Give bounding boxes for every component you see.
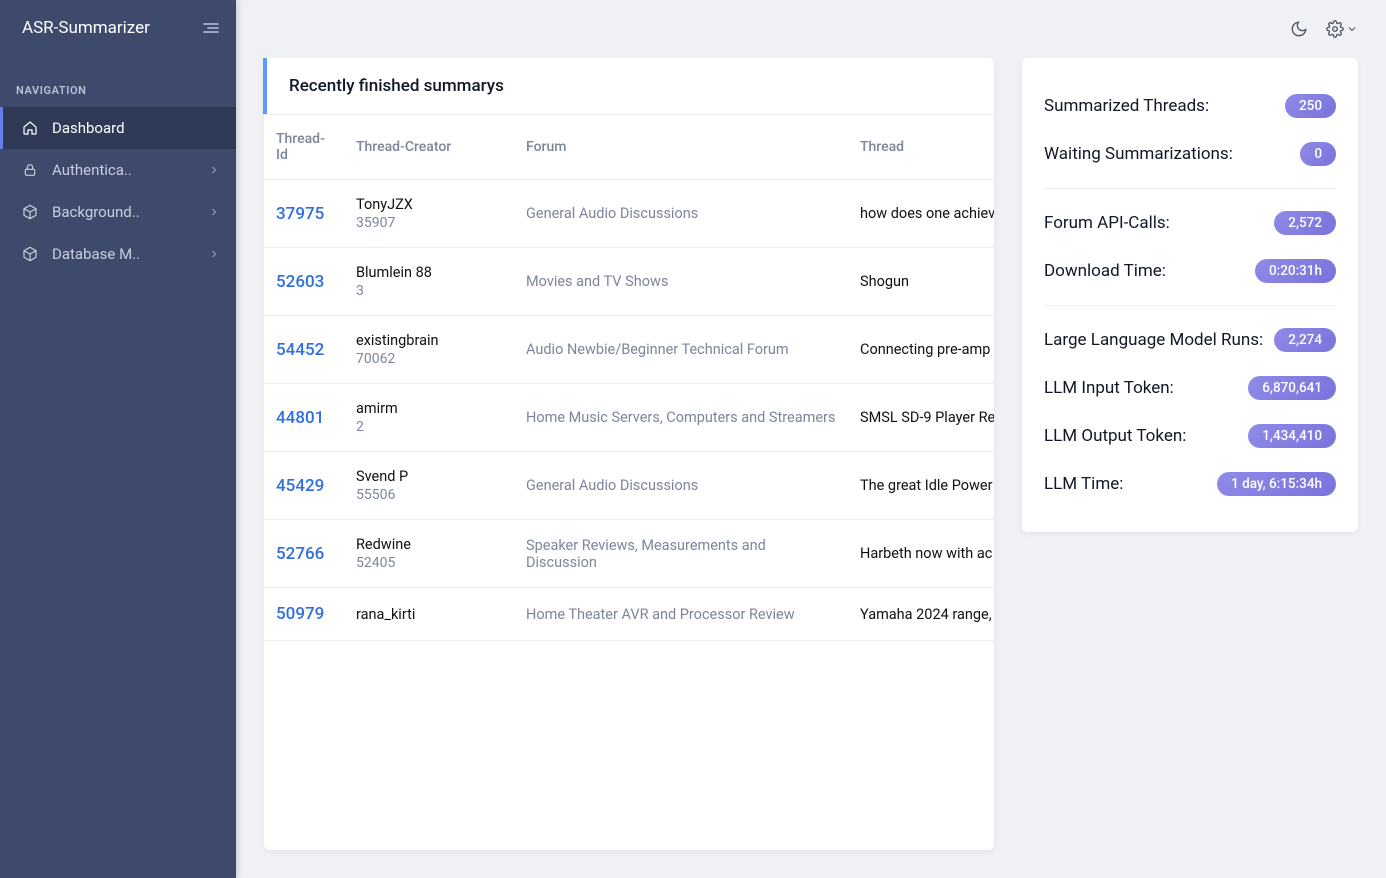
stat-badge: 1 day, 6:15:34h (1217, 472, 1336, 496)
sidebar-item-dashboard[interactable]: Dashboard (0, 107, 236, 149)
sidebar-item-database-m-[interactable]: Database M.. (0, 233, 236, 275)
card-title: Recently finished summarys (289, 76, 972, 96)
stat-label: Large Language Model Runs: (1044, 329, 1274, 352)
stat-badge: 0 (1300, 142, 1336, 166)
creator-name: existingbrain (356, 332, 500, 349)
stat-label: Waiting Summarizations: (1044, 143, 1300, 166)
thread-id-link[interactable]: 44801 (276, 408, 324, 428)
thread-id-link[interactable]: 54452 (276, 340, 324, 360)
creator-name: Blumlein 88 (356, 264, 500, 281)
stat-row: Large Language Model Runs:2,274 (1044, 316, 1336, 364)
sidebar-item-authentica-[interactable]: Authentica.. (0, 149, 236, 191)
forum-cell: Home Music Servers, Computers and Stream… (510, 384, 850, 452)
table-row: 52766 Redwine 52405 Speaker Reviews, Measur… (264, 520, 994, 588)
stat-badge: 2,274 (1274, 328, 1336, 352)
sidebar-item-background-[interactable]: Background.. (0, 191, 236, 233)
thread-title: Harbeth now with ac (850, 520, 994, 588)
stat-row: Summarized Threads:250 (1044, 82, 1336, 130)
chevron-right-icon (208, 248, 220, 260)
thread-id-link[interactable]: 37975 (276, 204, 324, 224)
nav-section-label: NAVIGATION (0, 56, 236, 107)
theme-toggle-icon[interactable] (1290, 20, 1308, 38)
forum-cell: General Audio Discussions (510, 452, 850, 520)
creator-sub: 3 (356, 283, 500, 299)
topbar (236, 0, 1386, 58)
chevron-right-icon (208, 164, 220, 176)
stat-label: LLM Output Token: (1044, 425, 1248, 448)
nav-label: Database M.. (52, 245, 208, 263)
thread-title: SMSL SD-9 Player Re (850, 384, 994, 452)
creator-name: amirm (356, 400, 500, 417)
summaries-table: Thread-Id Thread-Creator Forum Thread 37… (264, 114, 994, 641)
forum-cell: Speaker Reviews, Measurements and Discus… (510, 520, 850, 588)
col-thread[interactable]: Thread (850, 115, 994, 180)
table-row: 52603 Blumlein 88 3 Movies and TV ShowsShog… (264, 248, 994, 316)
sidebar-toggle-icon[interactable] (202, 21, 220, 35)
stat-label: LLM Time: (1044, 473, 1217, 496)
stat-row: LLM Input Token:6,870,641 (1044, 364, 1336, 412)
settings-dropdown[interactable] (1326, 20, 1358, 38)
table-row: 50979 rana_kirti Home Theater AVR and Proc… (264, 588, 994, 641)
stat-label: LLM Input Token: (1044, 377, 1248, 400)
stat-row: Download Time:0:20:31h (1044, 247, 1336, 295)
creator-sub: 2 (356, 419, 500, 435)
creator-sub: 52405 (356, 555, 500, 571)
stat-badge: 1,434,410 (1248, 424, 1336, 448)
table-row: 37975 TonyJZX 35907 General Audio Discussio… (264, 180, 994, 248)
col-forum[interactable]: Forum (510, 115, 850, 180)
chevron-right-icon (208, 206, 220, 218)
col-thread-id[interactable]: Thread-Id (264, 115, 346, 180)
creator-name: Svend P (356, 468, 500, 485)
forum-cell: Movies and TV Shows (510, 248, 850, 316)
thread-title: Yamaha 2024 range, (850, 588, 994, 641)
table-row: 54452 existingbrain 70062 Audio Newbie/Begi… (264, 316, 994, 384)
stat-label: Download Time: (1044, 260, 1255, 283)
forum-cell: Audio Newbie/Beginner Technical Forum (510, 316, 850, 384)
thread-id-link[interactable]: 50979 (276, 604, 324, 624)
stats-card: Summarized Threads:250Waiting Summarizat… (1022, 58, 1358, 532)
thread-title: Shogun (850, 248, 994, 316)
recent-summaries-card: Recently finished summarys Thread-Id Thr… (264, 58, 994, 850)
app-title: ASR-Summarizer (22, 18, 150, 38)
stat-row: Waiting Summarizations:0 (1044, 130, 1336, 178)
creator-name: TonyJZX (356, 196, 500, 213)
thread-id-link[interactable]: 52603 (276, 272, 324, 292)
nav-label: Authentica.. (52, 161, 208, 179)
forum-cell: Home Theater AVR and Processor Review (510, 588, 850, 641)
home-icon (22, 120, 40, 136)
stat-row: Forum API-Calls:2,572 (1044, 199, 1336, 247)
thread-title: how does one achiev (850, 180, 994, 248)
thread-id-link[interactable]: 52766 (276, 544, 324, 564)
creator-name: rana_kirti (356, 606, 500, 623)
stat-badge: 250 (1285, 94, 1336, 118)
nav-label: Background.. (52, 203, 208, 221)
stat-badge: 0:20:31h (1255, 259, 1336, 283)
forum-cell: General Audio Discussions (510, 180, 850, 248)
creator-sub: 55506 (356, 487, 500, 503)
creator-sub: 70062 (356, 351, 500, 367)
thread-title: The great Idle Power (850, 452, 994, 520)
stat-label: Summarized Threads: (1044, 95, 1285, 118)
sidebar-header: ASR-Summarizer (0, 0, 236, 56)
lock-icon (22, 162, 40, 178)
sidebar: ASR-Summarizer NAVIGATION Dashboard Authe… (0, 0, 236, 878)
card-title-row: Recently finished summarys (263, 58, 994, 114)
creator-name: Redwine (356, 536, 500, 553)
stat-label: Forum API-Calls: (1044, 212, 1274, 235)
cube-icon (22, 204, 40, 220)
main: Recently finished summarys Thread-Id Thr… (236, 0, 1386, 878)
stat-badge: 2,572 (1274, 211, 1336, 235)
table-row: 45429 Svend P 55506 General Audio Discussio… (264, 452, 994, 520)
table-row: 44801 amirm 2 Home Music Servers, Computers… (264, 384, 994, 452)
thread-title: Connecting pre-amp (850, 316, 994, 384)
content: Recently finished summarys Thread-Id Thr… (236, 58, 1386, 878)
nav-label: Dashboard (52, 119, 220, 137)
col-thread-creator[interactable]: Thread-Creator (346, 115, 510, 180)
stat-row: LLM Time:1 day, 6:15:34h (1044, 460, 1336, 508)
creator-sub: 35907 (356, 215, 500, 231)
stat-badge: 6,870,641 (1248, 376, 1336, 400)
thread-id-link[interactable]: 45429 (276, 476, 324, 496)
stat-row: LLM Output Token:1,434,410 (1044, 412, 1336, 460)
cube-icon (22, 246, 40, 262)
